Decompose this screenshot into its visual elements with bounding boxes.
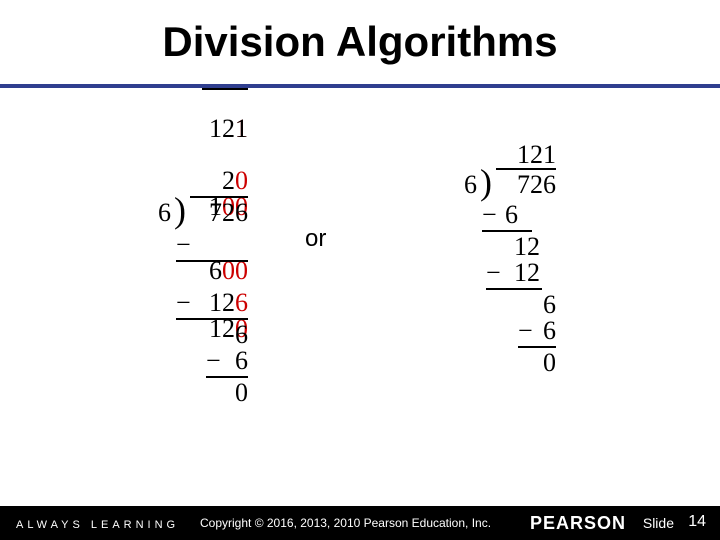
- minus-icon: −: [486, 260, 501, 286]
- title-rule: [0, 84, 720, 88]
- bring-down-12: 12: [500, 234, 540, 260]
- quotient-total: 121: [446, 142, 556, 168]
- remainder-0: 0: [446, 350, 556, 376]
- rule-line: [176, 260, 248, 262]
- division-bracket-icon: ): [174, 192, 186, 228]
- rule-line: [486, 288, 542, 290]
- subtract-12: 12: [500, 260, 540, 286]
- dividend: 726: [496, 172, 556, 198]
- subtract-6: 6: [502, 202, 518, 228]
- remainder-6: 6: [128, 322, 248, 348]
- pearson-logo: PEARSON: [530, 513, 626, 534]
- bring-down-6: 6: [446, 292, 556, 318]
- slide: Division Algorithms or 121 1 20 100 6 ) …: [0, 0, 720, 540]
- remainder-0: 0: [128, 380, 248, 406]
- footer-bar: ALWAYS LEARNING Copyright © 2016, 2013, …: [0, 506, 720, 540]
- divisor: 6: [158, 200, 171, 226]
- slide-label: Slide: [643, 515, 674, 531]
- minus-icon: −: [482, 202, 497, 228]
- divisor: 6: [464, 172, 477, 198]
- page-title: Division Algorithms: [0, 18, 720, 66]
- copyright-text: Copyright © 2016, 2013, 2010 Pearson Edu…: [200, 516, 491, 530]
- partial-quotient-1: 1: [128, 116, 248, 142]
- subtract-6: 6: [128, 348, 248, 374]
- always-learning-tagline: ALWAYS LEARNING: [16, 519, 179, 531]
- slide-number: 14: [688, 513, 706, 531]
- division-bracket-icon: ): [480, 164, 492, 200]
- or-label: or: [305, 225, 326, 253]
- subtract-last-6: 6: [446, 318, 556, 344]
- dividend: 726: [190, 200, 248, 226]
